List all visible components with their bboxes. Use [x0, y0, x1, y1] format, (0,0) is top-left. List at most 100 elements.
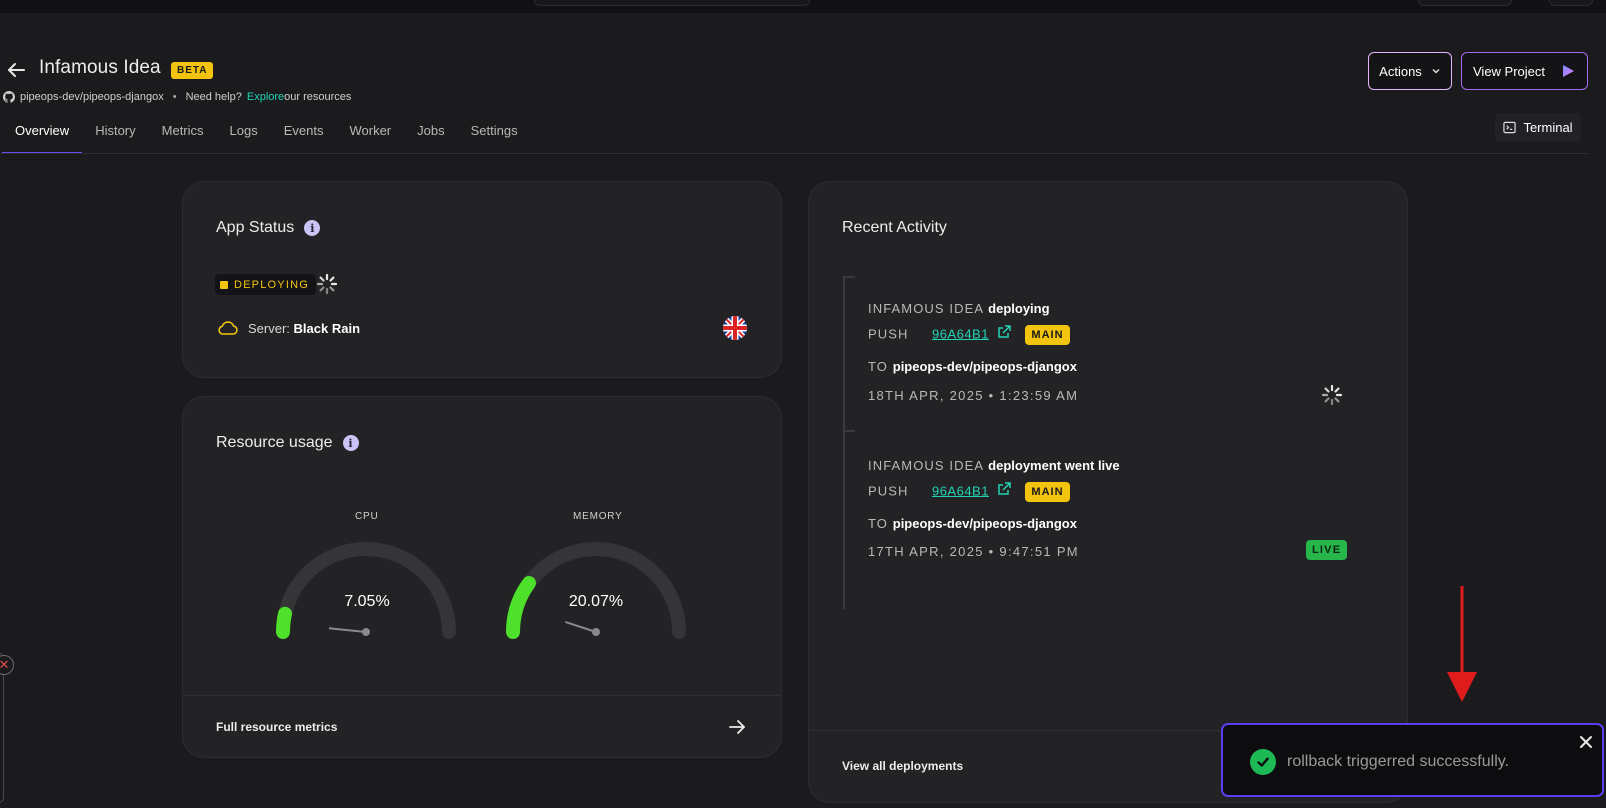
- app-status-heading: App Status i: [216, 219, 321, 237]
- cpu-gauge-fill: [276, 606, 293, 639]
- to-label: TO: [868, 516, 889, 531]
- cpu-gauge-track: [276, 542, 456, 639]
- timeline-tick: [843, 430, 855, 432]
- close-icon[interactable]: [1579, 735, 1593, 749]
- beta-badge: BETA: [171, 62, 214, 79]
- cpu-label: CPU: [355, 511, 379, 522]
- explore-link[interactable]: Explore: [247, 91, 284, 103]
- spinner-icon: [1321, 384, 1343, 406]
- tab-history[interactable]: History: [82, 112, 148, 154]
- recent-activity-title: Recent Activity: [842, 219, 947, 237]
- cpu-value: 7.05%: [344, 593, 390, 610]
- target-repo: pipeops-dev/pipeops-djangox: [892, 516, 1077, 531]
- memory-gauge: [506, 542, 686, 639]
- timeline-tick: [843, 276, 855, 278]
- activity-push-row: PUSH 96A64B1 MAIN: [868, 482, 1070, 502]
- server-row: Server: Black Rain: [216, 320, 360, 336]
- back-arrow-icon[interactable]: [4, 58, 28, 82]
- toast-message: rollback triggerred successfully.: [1287, 753, 1510, 770]
- view-project-label: View Project: [1473, 63, 1546, 79]
- commit-link[interactable]: 96A64B1: [932, 483, 989, 498]
- activity-app: INFAMOUS IDEA: [868, 458, 984, 473]
- success-toast: rollback triggerred successfully.: [1221, 723, 1604, 797]
- tab-events[interactable]: Events: [271, 112, 337, 154]
- status-square-icon: [220, 280, 228, 289]
- memory-gauge-fill: [506, 576, 536, 639]
- tab-divider: [0, 153, 1588, 154]
- memory-gauge-pivot: [592, 628, 600, 636]
- info-icon[interactable]: i: [342, 435, 359, 451]
- tab-jobs[interactable]: Jobs: [404, 112, 457, 154]
- actions-label: Actions: [1379, 63, 1422, 79]
- activity-event: deployment went live: [988, 458, 1120, 473]
- actions-button[interactable]: Actions: [1368, 52, 1452, 90]
- commit-link[interactable]: 96A64B1: [932, 326, 989, 341]
- timeline-line: [843, 276, 845, 609]
- topbar-avatar-edge[interactable]: [1549, 0, 1593, 6]
- close-icon[interactable]: ✕: [0, 655, 14, 675]
- activity-heading: INFAMOUS IDEA deployment went live: [868, 458, 1120, 473]
- play-icon: [1563, 65, 1574, 77]
- target-repo: pipeops-dev/pipeops-djangox: [892, 359, 1077, 374]
- info-icon[interactable]: i: [304, 220, 321, 236]
- tab-overview[interactable]: Overview: [2, 112, 83, 154]
- topbar-button-edge[interactable]: [1418, 0, 1512, 6]
- memory-label: MEMORY: [573, 511, 623, 522]
- cpu-gauge: [276, 542, 456, 639]
- terminal-icon: [1503, 121, 1517, 134]
- activity-app: INFAMOUS IDEA: [868, 301, 984, 316]
- spinner-icon: [316, 273, 338, 295]
- recent-activity-title-text: Recent Activity: [842, 219, 947, 236]
- activity-push-row: PUSH 96A64B1 MAIN: [868, 325, 1070, 345]
- cpu-gauge-pivot: [362, 628, 370, 636]
- external-link-icon[interactable]: [997, 482, 1011, 496]
- separator: •: [172, 91, 177, 103]
- tab-worker[interactable]: Worker: [336, 112, 404, 154]
- page-title: Infamous Idea: [39, 57, 161, 78]
- tab-logs[interactable]: Logs: [217, 112, 271, 154]
- activity-timestamp: 17TH APR, 2025 • 9:47:51 PM: [868, 544, 1079, 559]
- memory-gauge-needle: [564, 620, 597, 633]
- cpu-gauge-needle: [328, 627, 367, 633]
- tab-settings[interactable]: Settings: [458, 112, 531, 154]
- chevron-down-icon: [1432, 68, 1440, 74]
- repo-link[interactable]: pipeops-dev/pipeops-djangox: [20, 91, 164, 103]
- resource-usage-title: Resource usage: [216, 434, 333, 451]
- resource-usage-heading: Resource usage i: [216, 434, 359, 452]
- server-name: Black Rain: [293, 320, 361, 336]
- help-prefix: Need help?: [185, 91, 242, 103]
- card-divider: [183, 695, 781, 696]
- terminal-label: Terminal: [1523, 120, 1573, 135]
- tab-bar: Overview History Metrics Logs Events Wor…: [2, 112, 531, 154]
- server-label: Server:: [248, 320, 290, 336]
- app-status-title: App Status: [216, 219, 295, 236]
- external-link-icon[interactable]: [997, 325, 1011, 339]
- full-resource-metrics-link[interactable]: Full resource metrics: [216, 720, 337, 734]
- activity-target-row: TO pipeops-dev/pipeops-djangox: [868, 359, 1077, 374]
- status-text: DEPLOYING: [234, 278, 309, 291]
- github-icon: [3, 91, 15, 103]
- search-bar-edge[interactable]: [534, 0, 810, 6]
- live-badge: LIVE: [1306, 540, 1348, 560]
- push-label: PUSH: [868, 326, 909, 342]
- cloud-icon: [218, 321, 238, 335]
- side-widget[interactable]: [0, 653, 4, 803]
- project-subline: pipeops-dev/pipeops-djangox • Need help?…: [3, 91, 351, 103]
- branch-badge: MAIN: [1025, 482, 1070, 502]
- activity-heading: INFAMOUS IDEA deploying: [868, 301, 1050, 316]
- resource-usage-card: Resource usage i CPU MEMORY 7.05% 20.07%…: [182, 396, 782, 758]
- view-project-button[interactable]: View Project: [1461, 52, 1588, 90]
- status-badge: DEPLOYING: [215, 274, 316, 295]
- app-status-card: App Status i DEPLOYING Server: Black Rai…: [182, 181, 782, 378]
- help-suffix: our resources: [284, 91, 352, 103]
- memory-value: 20.07%: [568, 593, 624, 610]
- activity-target-row: TO pipeops-dev/pipeops-djangox: [868, 516, 1077, 531]
- arrow-right-icon[interactable]: [727, 717, 747, 737]
- tab-metrics[interactable]: Metrics: [149, 112, 217, 154]
- terminal-button[interactable]: Terminal: [1495, 113, 1581, 142]
- view-all-deployments-link[interactable]: View all deployments: [842, 759, 963, 773]
- to-label: TO: [868, 359, 889, 374]
- top-bar: [0, 0, 1606, 13]
- activity-timestamp: 18TH APR, 2025 • 1:23:59 AM: [868, 388, 1079, 403]
- uk-flag-icon: [723, 316, 747, 340]
